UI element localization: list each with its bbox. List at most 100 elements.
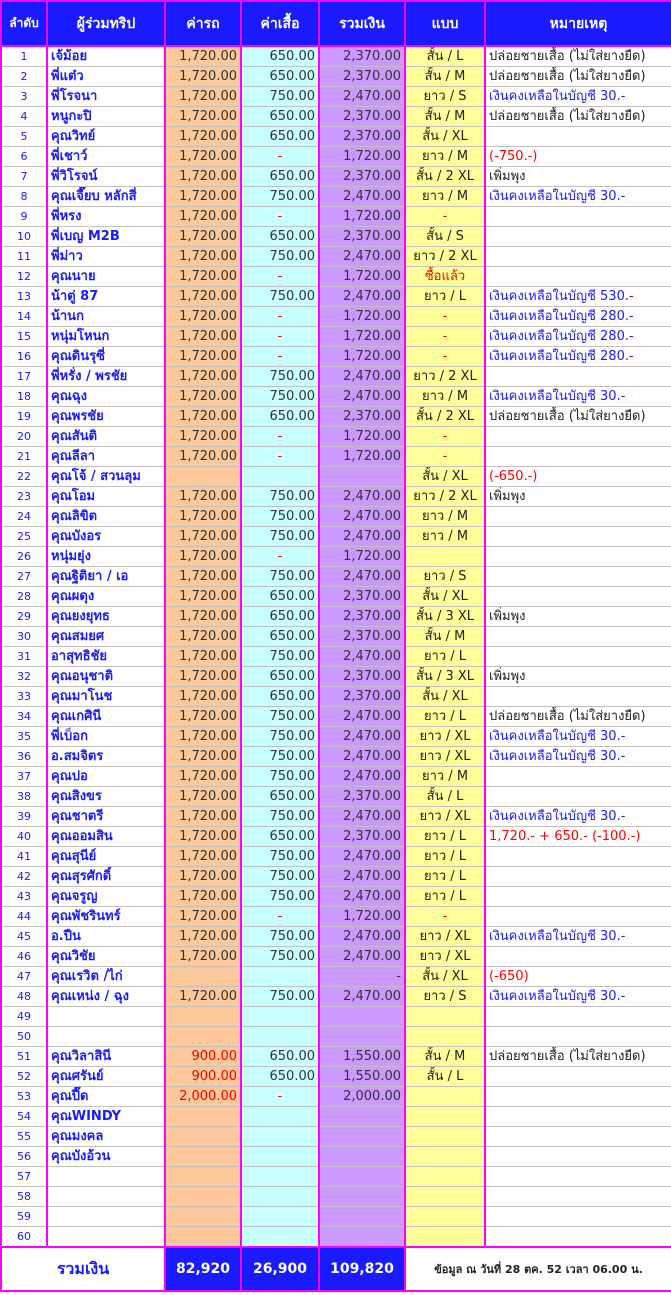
shirt-cell: 750.00 — [240, 526, 320, 547]
table-row: 9 พี่หรง 1,720.00-1,720.00- — [0, 206, 671, 227]
row-number: 8 — [0, 186, 48, 207]
shirt-cell: - — [240, 1086, 320, 1107]
shirt-cell — [240, 966, 320, 987]
participant-name: คุณปอ — [46, 766, 166, 787]
style-cell: ยาว / S — [404, 86, 486, 107]
style-cell: ยาว / XL — [404, 946, 486, 967]
fare-cell — [164, 1166, 242, 1187]
fare-cell: 1,720.00 — [164, 586, 242, 607]
note-cell — [484, 1206, 671, 1227]
participant-name: คุณวิลาสินี — [46, 1046, 166, 1067]
table-row: 43 คุณจรูญ 1,720.00 750.00 2,470.00 ยาว / L — [0, 886, 671, 907]
participant-name: คุณจรูญ — [46, 886, 166, 907]
note-cell: ปล่อยชายเสื้อ (ไม่ใส่ยางยืด) — [484, 66, 671, 87]
total-cell: 1,720.00 — [318, 446, 406, 467]
shirt-cell — [240, 1006, 320, 1027]
note-cell: ปล่อยชายเสื้อ (ไม่ใส่ยางยืด) — [484, 45, 671, 67]
row-number: 42 — [0, 866, 48, 887]
table-row: 31 อาสุทธิชัย 1,720.00 750.00 2,470.00 ยาว / … — [0, 646, 671, 667]
participant-name: คุณพัชรินทร์ — [46, 906, 166, 927]
total-cell — [318, 1026, 406, 1047]
fare-cell: 1,720.00 — [164, 946, 242, 967]
fare-cell: 1,720.00 — [164, 526, 242, 547]
participant-name — [46, 1026, 166, 1047]
note-cell — [484, 646, 671, 667]
total-cell: 2,470.00 — [318, 986, 406, 1007]
total-cell: 2,370.00 — [318, 106, 406, 127]
participant-name: พี่โรจนา — [46, 86, 166, 107]
footer-row: รวมเงิน 82,920 26,900 109,820 ข้อมูล ณ ว… — [0, 1246, 671, 1292]
participant-name: คุณWINDY — [46, 1106, 166, 1127]
shirt-cell: 650.00 — [240, 66, 320, 87]
table-row: 18 คุณฉุง 1,720.00 750.00 2,470.00 ยาว / M เงิ… — [0, 386, 671, 407]
total-cell: 2,470.00 — [318, 186, 406, 207]
shirt-cell: 650.00 — [240, 686, 320, 707]
fare-cell — [164, 1226, 242, 1248]
fare-cell: 1,720.00 — [164, 766, 242, 787]
fare-cell: 1,720.00 — [164, 286, 242, 307]
total-cell — [318, 1166, 406, 1187]
table-row: 30 คุณสมยศ 1,720.00 650.00 2,370.00 สั้น / M — [0, 626, 671, 647]
shirt-cell: - — [240, 206, 320, 227]
style-cell: ยาว / L — [404, 706, 486, 727]
total-cell: 1,720.00 — [318, 346, 406, 367]
table-row: 17 พี่หรั่ง / พรชัย 1,720.00 750.00 2,470.00… — [0, 366, 671, 387]
note-cell — [484, 1146, 671, 1167]
row-number: 52 — [0, 1066, 48, 1087]
table-row: 33 คุณมาโนช 1,720.00 650.00 2,370.00 สั้น / X… — [0, 686, 671, 707]
total-cell — [318, 466, 406, 487]
style-cell: สั้น / 3 XL — [404, 606, 486, 627]
fare-cell: 1,720.00 — [164, 206, 242, 227]
note-cell: ปล่อยชายเสื้อ (ไม่ใส่ยางยืด) — [484, 706, 671, 727]
fare-cell: 1,720.00 — [164, 266, 242, 287]
total-cell: 2,370.00 — [318, 586, 406, 607]
fare-cell: 1,720.00 — [164, 806, 242, 827]
table-body: 1 เจ้ม้อย 1,720.00 650.00 2,370.00 สั้น / L ปล… — [0, 45, 671, 1248]
table-row: 59 — [0, 1206, 671, 1227]
participant-name: คุณชาตรี — [46, 806, 166, 827]
fare-cell: 1,720.00 — [164, 826, 242, 847]
table-row: 11 พี่ม่าว 1,720.00 750.00 2,470.00 ยาว / 2 X… — [0, 246, 671, 267]
row-number: 2 — [0, 66, 48, 87]
participant-name: คุณวิชัย — [46, 946, 166, 967]
table-row: 21 คุณลีลา 1,720.00-1,720.00- — [0, 446, 671, 467]
style-cell: ยาว / 2 XL — [404, 486, 486, 507]
table-footer: รวมเงิน 82,920 26,900 109,820 ข้อมูล ณ ว… — [0, 1246, 671, 1292]
table-row: 12 คุณนาย 1,720.00-1,720.00 ซื้อแล้ว — [0, 266, 671, 287]
table-row: 54 คุณWINDY — [0, 1106, 671, 1127]
participant-name: อ.ปืน — [46, 926, 166, 947]
row-number: 55 — [0, 1126, 48, 1147]
note-cell: (-750.-) — [484, 146, 671, 167]
participant-name — [46, 1206, 166, 1227]
total-cell: 2,470.00 — [318, 886, 406, 907]
note-cell: ปล่อยชายเสื้อ (ไม่ใส่ยางยืด) — [484, 1046, 671, 1067]
participant-name: หนุ่มยุ่ง — [46, 546, 166, 567]
table-row: 2 พี่แต๋ว 1,720.00 650.00 2,370.00 สั้น / M ปล… — [0, 66, 671, 87]
note-cell: เงินคงเหลือในบัญชี 30.- — [484, 186, 671, 207]
row-number: 51 — [0, 1046, 48, 1067]
shirt-cell: 650.00 — [240, 226, 320, 247]
note-cell: เพิ่มพุง — [484, 606, 671, 627]
style-cell: สั้น / XL — [404, 686, 486, 707]
participant-name: คุณสุนีย์ — [46, 846, 166, 867]
table-row: 24 คุณลิขิต 1,720.00 750.00 2,470.00 ยาว / M — [0, 506, 671, 527]
row-number: 23 — [0, 486, 48, 507]
style-cell: สั้น / S — [404, 226, 486, 247]
participant-name: คุณนาย — [46, 266, 166, 287]
table-row: 37 คุณปอ 1,720.00 750.00 2,470.00 ยาว / M — [0, 766, 671, 787]
total-cell: 2,470.00 — [318, 286, 406, 307]
total-cell: 2,470.00 — [318, 766, 406, 787]
row-number: 13 — [0, 286, 48, 307]
note-cell — [484, 906, 671, 927]
style-cell — [404, 1146, 486, 1167]
shirt-cell: - — [240, 546, 320, 567]
note-cell — [484, 626, 671, 647]
fare-cell — [164, 1126, 242, 1147]
total-cell: 1,720.00 — [318, 426, 406, 447]
style-cell: - — [404, 906, 486, 927]
participant-name: พี่หรั่ง / พรชัย — [46, 366, 166, 387]
row-number: 4 — [0, 106, 48, 127]
total-cell: 2,470.00 — [318, 706, 406, 727]
shirt-cell: 750.00 — [240, 286, 320, 307]
fare-cell: 1,720.00 — [164, 626, 242, 647]
